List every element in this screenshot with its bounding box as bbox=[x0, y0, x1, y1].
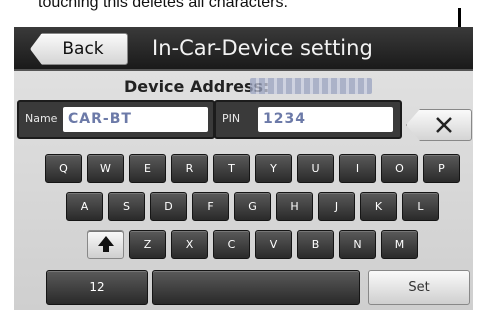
key-l[interactable]: L bbox=[402, 192, 439, 221]
key-u[interactable]: U bbox=[297, 154, 334, 183]
key-e[interactable]: E bbox=[129, 154, 166, 183]
back-button[interactable]: Back bbox=[30, 33, 128, 65]
device-screen: Back In-Car-Device setting Device Addres… bbox=[14, 27, 473, 310]
key-x[interactable]: X bbox=[171, 230, 208, 259]
key-s[interactable]: S bbox=[108, 192, 145, 221]
set-button[interactable]: Set bbox=[368, 270, 470, 305]
key-y[interactable]: Y bbox=[255, 154, 292, 183]
key-v[interactable]: V bbox=[255, 230, 292, 259]
key-q[interactable]: Q bbox=[45, 154, 82, 183]
name-input[interactable]: CAR-BT bbox=[63, 107, 208, 132]
key-p[interactable]: P bbox=[423, 154, 460, 183]
key-n[interactable]: N bbox=[339, 230, 376, 259]
key-c[interactable]: C bbox=[213, 230, 250, 259]
name-field-label: Name bbox=[25, 112, 58, 125]
key-k[interactable]: K bbox=[360, 192, 397, 221]
back-button-label: Back bbox=[62, 39, 104, 59]
space-key[interactable] bbox=[152, 270, 360, 305]
pin-field-label: PIN bbox=[222, 112, 241, 125]
delete-all-button[interactable] bbox=[406, 109, 472, 141]
key-z[interactable]: Z bbox=[129, 230, 166, 259]
shift-arrow-icon bbox=[97, 231, 115, 263]
key-a[interactable]: A bbox=[66, 192, 103, 221]
numbers-toggle-key[interactable]: 12 bbox=[46, 270, 148, 305]
key-m[interactable]: M bbox=[381, 230, 418, 259]
device-address-value-redacted bbox=[250, 78, 372, 94]
delete-all-icon bbox=[425, 116, 453, 134]
title-bar: Back In-Car-Device setting bbox=[14, 27, 473, 71]
key-f[interactable]: F bbox=[192, 192, 229, 221]
key-o[interactable]: O bbox=[381, 154, 418, 183]
pin-field[interactable]: PIN 1234 bbox=[214, 100, 402, 139]
name-field[interactable]: Name CAR-BT bbox=[17, 100, 215, 139]
pin-input[interactable]: 1234 bbox=[258, 107, 393, 132]
device-address-label: Device Address: bbox=[124, 77, 270, 96]
page-title: In-Car-Device setting bbox=[152, 36, 373, 60]
key-b[interactable]: B bbox=[297, 230, 334, 259]
key-r[interactable]: R bbox=[171, 154, 208, 183]
key-h[interactable]: H bbox=[276, 192, 313, 221]
key-d[interactable]: D bbox=[150, 192, 187, 221]
key-w[interactable]: W bbox=[87, 154, 124, 183]
key-j[interactable]: J bbox=[318, 192, 355, 221]
annotation-caption: touching this deletes all characters. bbox=[38, 0, 288, 11]
key-t[interactable]: T bbox=[213, 154, 250, 183]
key-i[interactable]: I bbox=[339, 154, 376, 183]
key-g[interactable]: G bbox=[234, 192, 271, 221]
shift-key[interactable] bbox=[87, 230, 124, 259]
